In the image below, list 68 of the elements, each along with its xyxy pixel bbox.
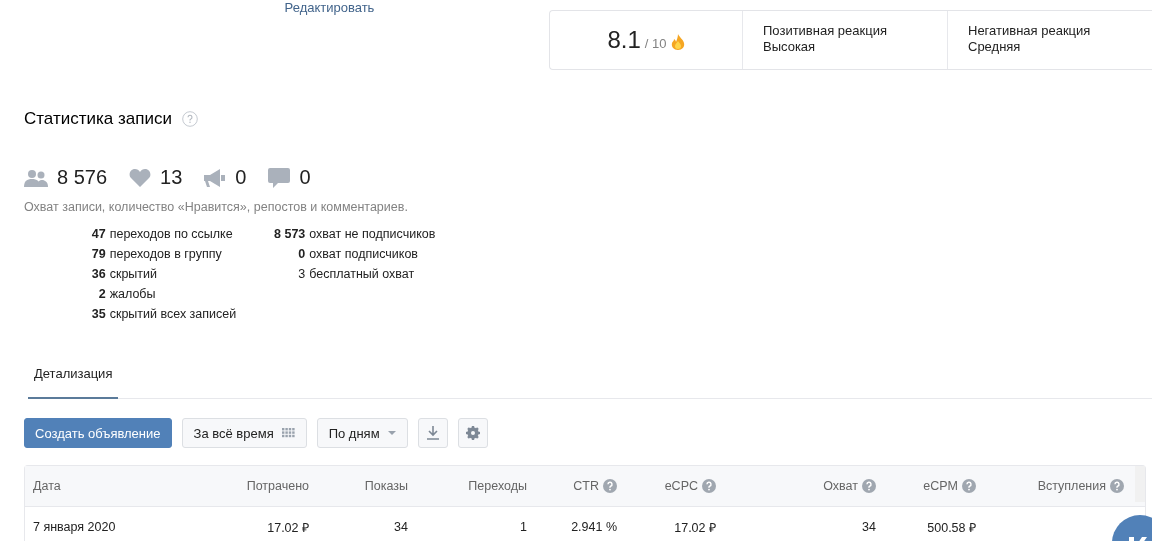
reaction-value: Высокая [763, 39, 817, 55]
help-icon[interactable] [962, 479, 976, 493]
grouping-dropdown[interactable]: По дням [316, 418, 408, 448]
calendar-icon [281, 428, 295, 438]
download-icon [426, 426, 439, 440]
flame-icon [670, 34, 685, 50]
stat-label: скрытий [109, 266, 158, 283]
help-icon[interactable] [181, 111, 198, 127]
megaphone-icon[interactable] [204, 168, 227, 187]
settings-button[interactable] [457, 418, 488, 448]
table-cell-text: 17.02 ₽ [267, 519, 309, 536]
settings-icon [465, 426, 480, 440]
stat-number: 0 [297, 246, 306, 263]
counter-value: 0 [235, 166, 247, 189]
column-header: Переходы [468, 479, 527, 493]
stat-number: 35 [90, 306, 106, 323]
counter-value: 0 [299, 166, 311, 189]
comment-icon[interactable] [268, 167, 291, 188]
period-button[interactable]: За всё время [181, 418, 307, 448]
column-header: Охват [823, 479, 858, 493]
section-title: Статистика записи [24, 109, 172, 129]
table-cell: 34 [394, 520, 408, 534]
stat-label: переходов по ссылке [109, 226, 234, 243]
stat-label: скрытий всех записей [109, 306, 238, 323]
stat-label: охват не подписчиков [309, 226, 436, 243]
stat-number: 2 [97, 286, 106, 303]
column-header: CTR [573, 479, 599, 493]
column-header: Дата [33, 479, 61, 493]
stat-number: 36 [90, 266, 106, 283]
heart-icon[interactable] [129, 168, 152, 187]
stat-label: жалобы [109, 286, 157, 303]
download-button[interactable] [417, 418, 448, 448]
tab[interactable]: Детализация [28, 360, 119, 399]
scrollbar[interactable] [1135, 466, 1145, 502]
help-icon[interactable] [603, 479, 617, 493]
column-header: Показы [364, 479, 408, 493]
column-header: Вступления [1037, 479, 1106, 493]
table-cell: 2.941 % [571, 520, 617, 534]
rating-score: 8.1 [607, 26, 641, 54]
counter-value: 13 [160, 166, 183, 189]
table-cell: 34 [862, 520, 876, 534]
help-icon[interactable] [702, 479, 716, 493]
reaction-label: Позитивная реакция [763, 23, 888, 39]
stat-number: 47 [90, 226, 106, 243]
stat-label: переходов в группу [109, 246, 223, 263]
stat-number: 79 [90, 246, 106, 263]
people-icon [24, 168, 48, 187]
reaction-value: Средняя [968, 39, 1022, 55]
caret-icon [387, 431, 396, 435]
reaction-label: Негативная реакция [968, 23, 1092, 39]
table-cell-text: 17.02 ₽ [674, 519, 716, 536]
table-cell-text: 500.58 ₽ [927, 519, 976, 536]
stat-number: 3 [297, 266, 306, 283]
column-header: Потрачено [246, 479, 309, 493]
stat-number: 8 573 [274, 226, 306, 243]
table-cell: 1 [520, 520, 527, 534]
rating-scale: / 10 [644, 35, 667, 51]
stats-description: Охват записи, количество «Нравится», репостов и комментариев. [24, 200, 409, 214]
table-cell: 7 января 2020 [33, 520, 116, 534]
create-ad-button[interactable]: Создать объявление [24, 418, 172, 448]
edit-link[interactable]: Редактировать [284, 0, 375, 16]
column-header: eCPM [923, 479, 958, 493]
counter-value: 8 576 [57, 166, 108, 189]
stat-label: охват подписчиков [309, 246, 419, 263]
help-icon[interactable] [1110, 479, 1124, 493]
help-icon[interactable] [862, 479, 876, 493]
column-header: eCPC [664, 479, 698, 493]
stat-label: бесплатный охват [309, 266, 416, 283]
